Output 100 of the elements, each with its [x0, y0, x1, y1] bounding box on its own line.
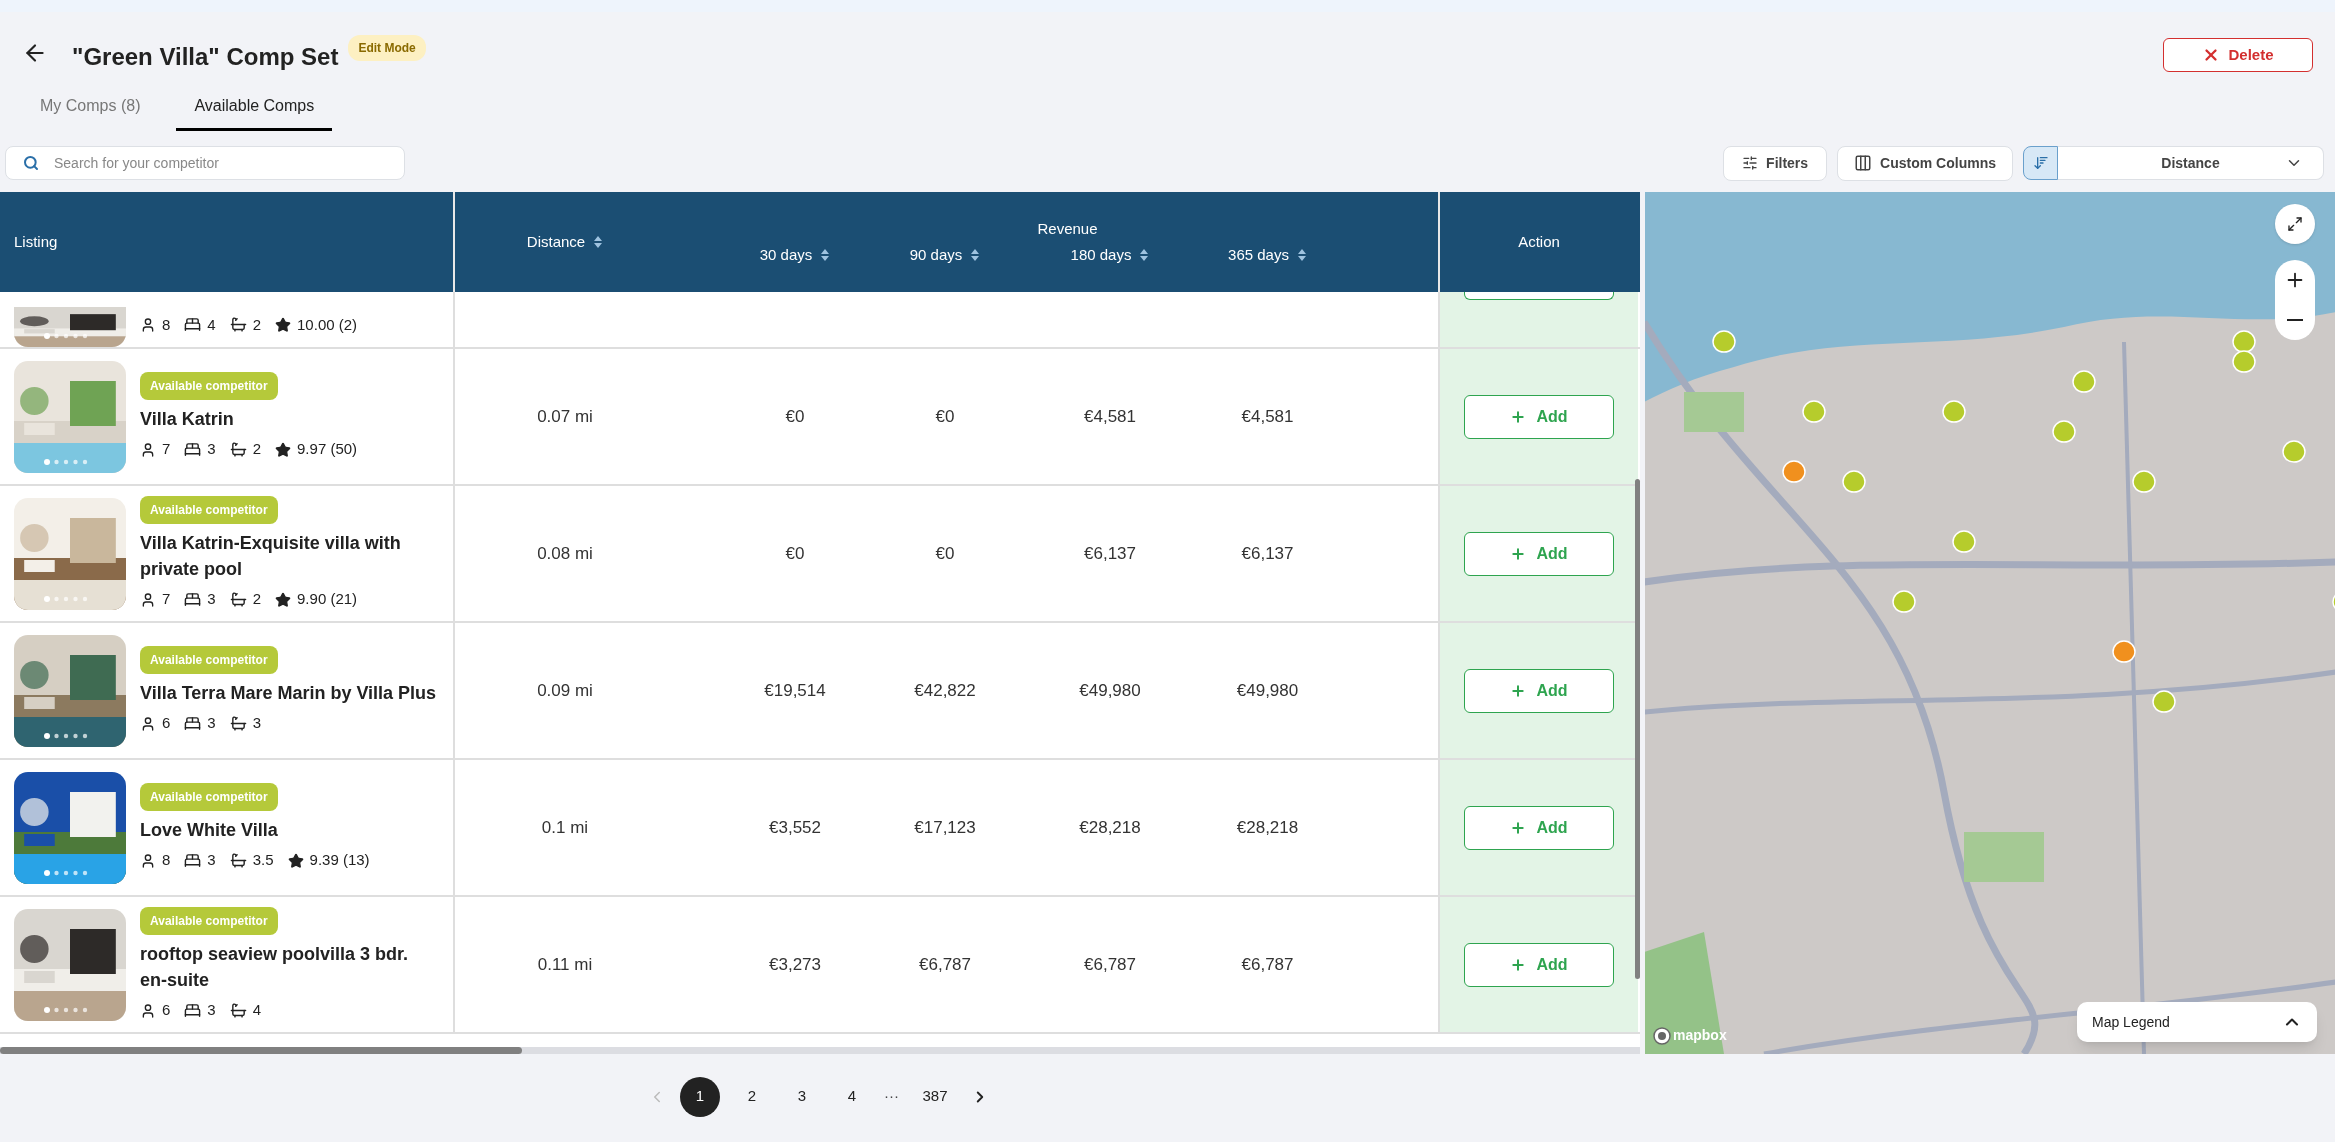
bedroom-count: 3	[207, 850, 216, 871]
filter-icon	[1742, 155, 1759, 171]
map-legend-button[interactable]: Map Legend	[2077, 1002, 2317, 1042]
page-button[interactable]: 387	[913, 1076, 957, 1117]
distance-value: 0.07 mi	[537, 405, 593, 428]
carousel-dots[interactable]	[44, 333, 88, 339]
guest-icon	[140, 591, 156, 608]
revenue-value: €6,787	[1241, 953, 1294, 976]
bathroom-count: 2	[252, 589, 262, 610]
sort-dropdown[interactable]: Distance	[2058, 146, 2324, 180]
status-badge: Available competitor	[140, 372, 278, 401]
bedroom-count: 3	[207, 589, 216, 610]
revenue-value: €6,137	[1084, 542, 1136, 565]
guest-count: 8	[162, 314, 171, 335]
bed-icon	[184, 591, 202, 608]
bed-icon	[184, 852, 202, 869]
revenue-value: €4,581	[1241, 405, 1294, 428]
distance-value: 0.09 mi	[537, 679, 593, 702]
guest-count: 6	[162, 1000, 171, 1021]
sort-icon[interactable]	[1296, 247, 1307, 262]
sort-icon[interactable]	[593, 235, 604, 249]
listing-name[interactable]: Love White Villa	[140, 817, 440, 844]
listing-name[interactable]: rooftop seaview poolvilla 3 bdr. en-suite	[140, 941, 440, 994]
custom-columns-button[interactable]: Custom Columns	[1837, 145, 2013, 181]
carousel-dots[interactable]	[44, 1006, 88, 1013]
bedroom-count: 4	[207, 314, 216, 335]
carousel-dots[interactable]	[44, 732, 88, 739]
filters-button[interactable]: Filters	[1723, 145, 1828, 181]
rating: 9.90 (21)	[297, 589, 358, 610]
column-header[interactable]: Distance	[526, 230, 604, 254]
horizontal-scrollbar[interactable]	[0, 1047, 1640, 1054]
bathroom-count: 3	[252, 713, 262, 734]
column-header[interactable]: 365 days	[1228, 243, 1307, 266]
revenue-value: €6,137	[1241, 542, 1294, 565]
revenue-value: €28,218	[1236, 816, 1299, 839]
delete-button[interactable]: Delete	[2163, 38, 2313, 72]
search-field[interactable]: Search for your competitor	[5, 146, 405, 180]
revenue-value: €49,980	[1079, 679, 1141, 702]
guest-count: 6	[162, 713, 171, 734]
tab[interactable]: My Comps (8)	[22, 94, 159, 131]
sort-icon[interactable]	[1139, 247, 1150, 262]
column-group-header: Revenue	[1037, 219, 1098, 239]
revenue-value: €19,514	[764, 679, 826, 702]
sort-icon[interactable]	[820, 247, 831, 262]
guest-icon	[140, 1002, 156, 1019]
listing-name[interactable]: Villa Katrin	[140, 406, 440, 433]
page-button[interactable]: 4	[834, 1076, 870, 1117]
tab[interactable]: Available Comps	[176, 94, 333, 131]
expand-icon	[2287, 216, 2303, 232]
search-icon	[23, 155, 39, 171]
revenue-value: €0	[785, 542, 805, 565]
column-header[interactable]: 180 days	[1070, 243, 1150, 266]
guest-count: 7	[162, 439, 171, 460]
star-icon	[275, 316, 292, 333]
carousel-dots[interactable]	[44, 869, 88, 876]
rating: 9.39 (13)	[309, 850, 370, 871]
carousel-dots[interactable]	[44, 595, 88, 602]
bath-icon	[229, 316, 247, 334]
zoom-in-button[interactable]	[2275, 260, 2315, 300]
revenue-value: €6,787	[1084, 953, 1136, 976]
page-button[interactable]: 1	[680, 1076, 720, 1117]
bath-icon	[229, 715, 247, 732]
guest-icon	[140, 852, 156, 869]
revenue-value: €6,787	[919, 953, 971, 976]
page-button[interactable]: 3	[784, 1076, 820, 1117]
listing-name[interactable]: Villa Terra Mare Marin by Villa Plus	[140, 680, 440, 707]
bed-icon	[184, 441, 202, 458]
bed-icon	[184, 316, 202, 334]
revenue-value: €49,980	[1236, 679, 1299, 702]
revenue-value: €3,552	[769, 816, 821, 839]
listing-name[interactable]: Villa Katrin-Exquisite villa with private pool	[140, 530, 440, 583]
revenue-value: €28,218	[1079, 816, 1141, 839]
bed-icon	[184, 1002, 202, 1019]
mapbox-logo-icon	[1653, 1026, 1671, 1045]
status-badge: Available competitor	[140, 783, 278, 812]
bedroom-count: 3	[207, 439, 216, 460]
bathroom-count: 3.5	[252, 850, 274, 871]
minus-icon	[2287, 319, 2303, 321]
column-header[interactable]: 90 days	[909, 243, 981, 266]
page-button[interactable]: 2	[734, 1076, 770, 1117]
column-header: Action	[1518, 231, 1560, 252]
bathroom-count: 2	[252, 439, 262, 460]
sort-icon[interactable]	[970, 247, 981, 262]
status-badge: Available competitor	[140, 646, 278, 675]
sort-direction-button[interactable]	[2023, 146, 2058, 180]
bedroom-count: 3	[207, 1000, 216, 1021]
columns-icon[interactable]	[1854, 154, 1873, 172]
vertical-scrollbar[interactable]	[1635, 479, 1640, 979]
distance-value: 0.1 mi	[541, 816, 589, 839]
revenue-value: €42,822	[914, 679, 976, 702]
column-header[interactable]: 30 days	[759, 243, 831, 266]
bathroom-count: 2	[252, 314, 262, 335]
revenue-value: €0	[935, 542, 955, 565]
page-title: "Green Villa" Comp Set	[72, 42, 339, 72]
rating: 10.00 (2)	[297, 314, 358, 335]
bedroom-count: 3	[207, 713, 216, 734]
guest-icon	[140, 715, 156, 732]
carousel-dots[interactable]	[44, 458, 88, 465]
star-icon	[287, 852, 304, 869]
revenue-value: €0	[785, 405, 805, 428]
